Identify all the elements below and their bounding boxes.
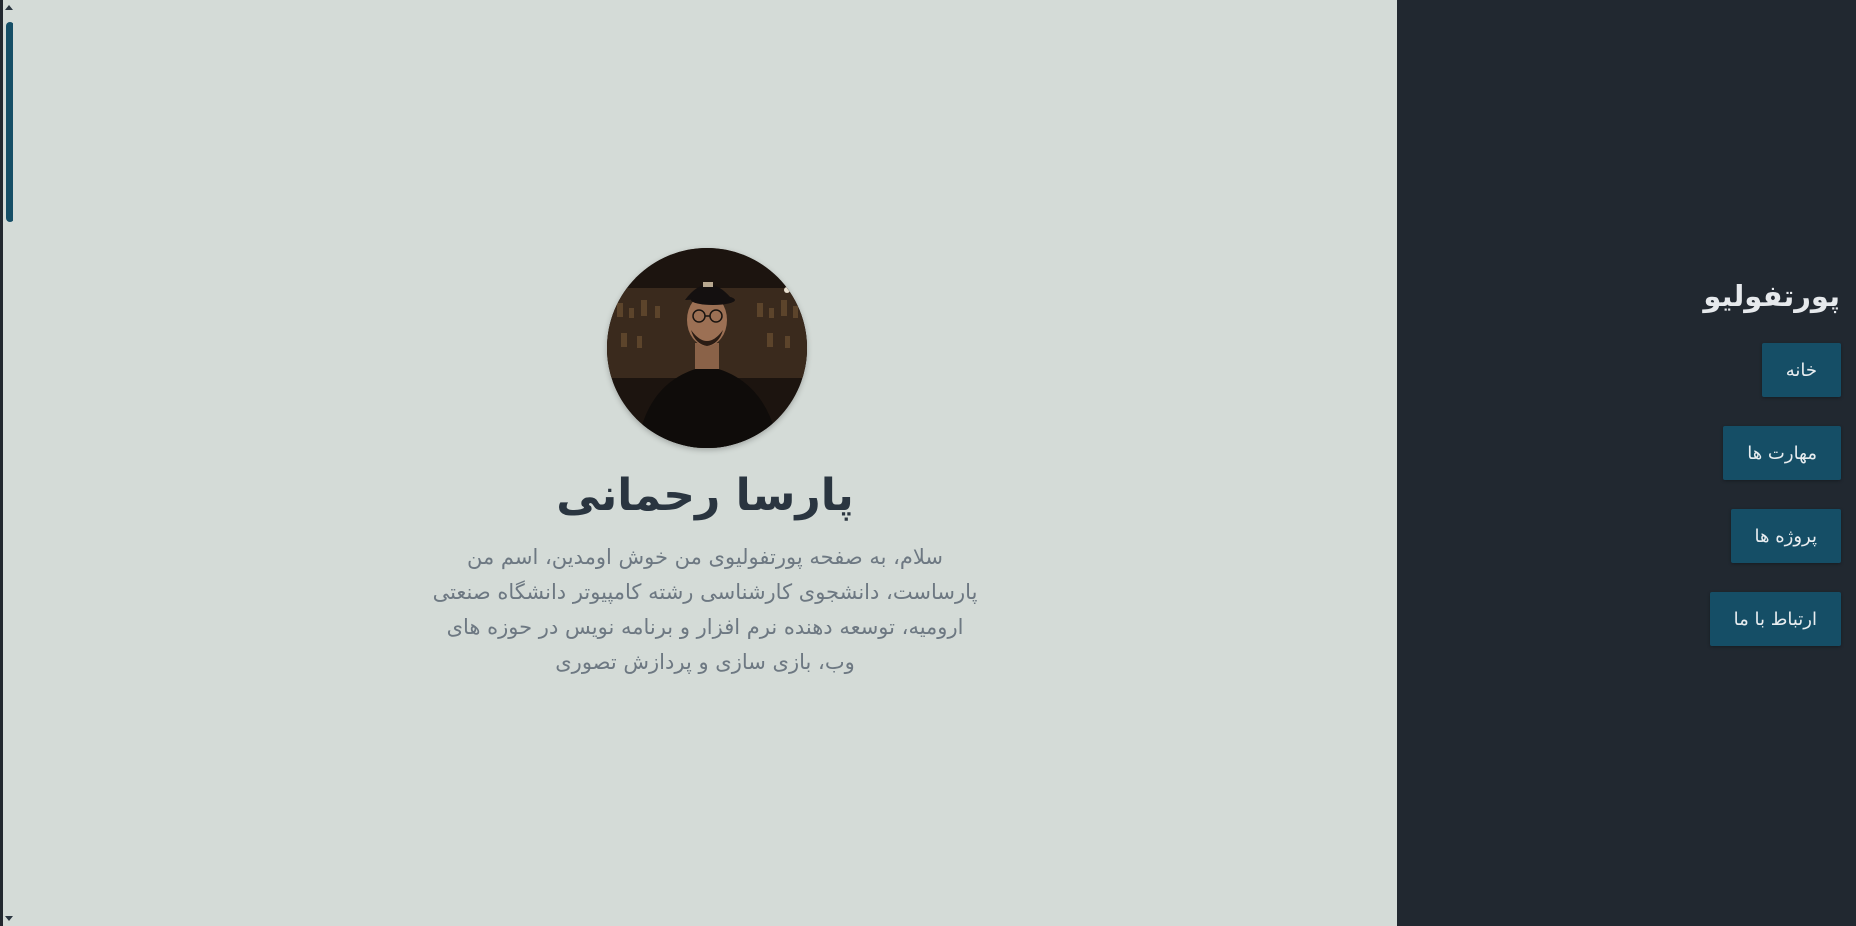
profile-name: پارسا رحمانی: [556, 470, 854, 521]
sidebar-nav: خانه مهارت ها پروژه ها ارتباط با ما: [1709, 343, 1841, 646]
nav-contact-button[interactable]: ارتباط با ما: [1709, 592, 1841, 646]
vertical-scrollbar[interactable]: [0, 0, 14, 926]
profile-photo-icon: [607, 248, 807, 448]
main-content: پارسا رحمانی سلام، به صفحه پورتفولیوی من…: [13, 0, 1397, 926]
scroll-up-arrow-icon[interactable]: [5, 5, 13, 10]
profile-bio: سلام، به صفحه پورتفولیوی من خوش اومدین، …: [432, 545, 978, 674]
nav-skills-button[interactable]: مهارت ها: [1723, 426, 1841, 480]
sidebar-brand: پورتفولیو: [1703, 279, 1840, 313]
nav-home-button[interactable]: خانه: [1761, 343, 1841, 397]
profile-avatar: [607, 248, 807, 448]
sidebar: پورتفولیو خانه مهارت ها پروژه ها ارتباط …: [1397, 0, 1856, 926]
nav-projects-button[interactable]: پروژه ها: [1730, 509, 1841, 563]
scroll-down-arrow-icon[interactable]: [5, 916, 13, 921]
